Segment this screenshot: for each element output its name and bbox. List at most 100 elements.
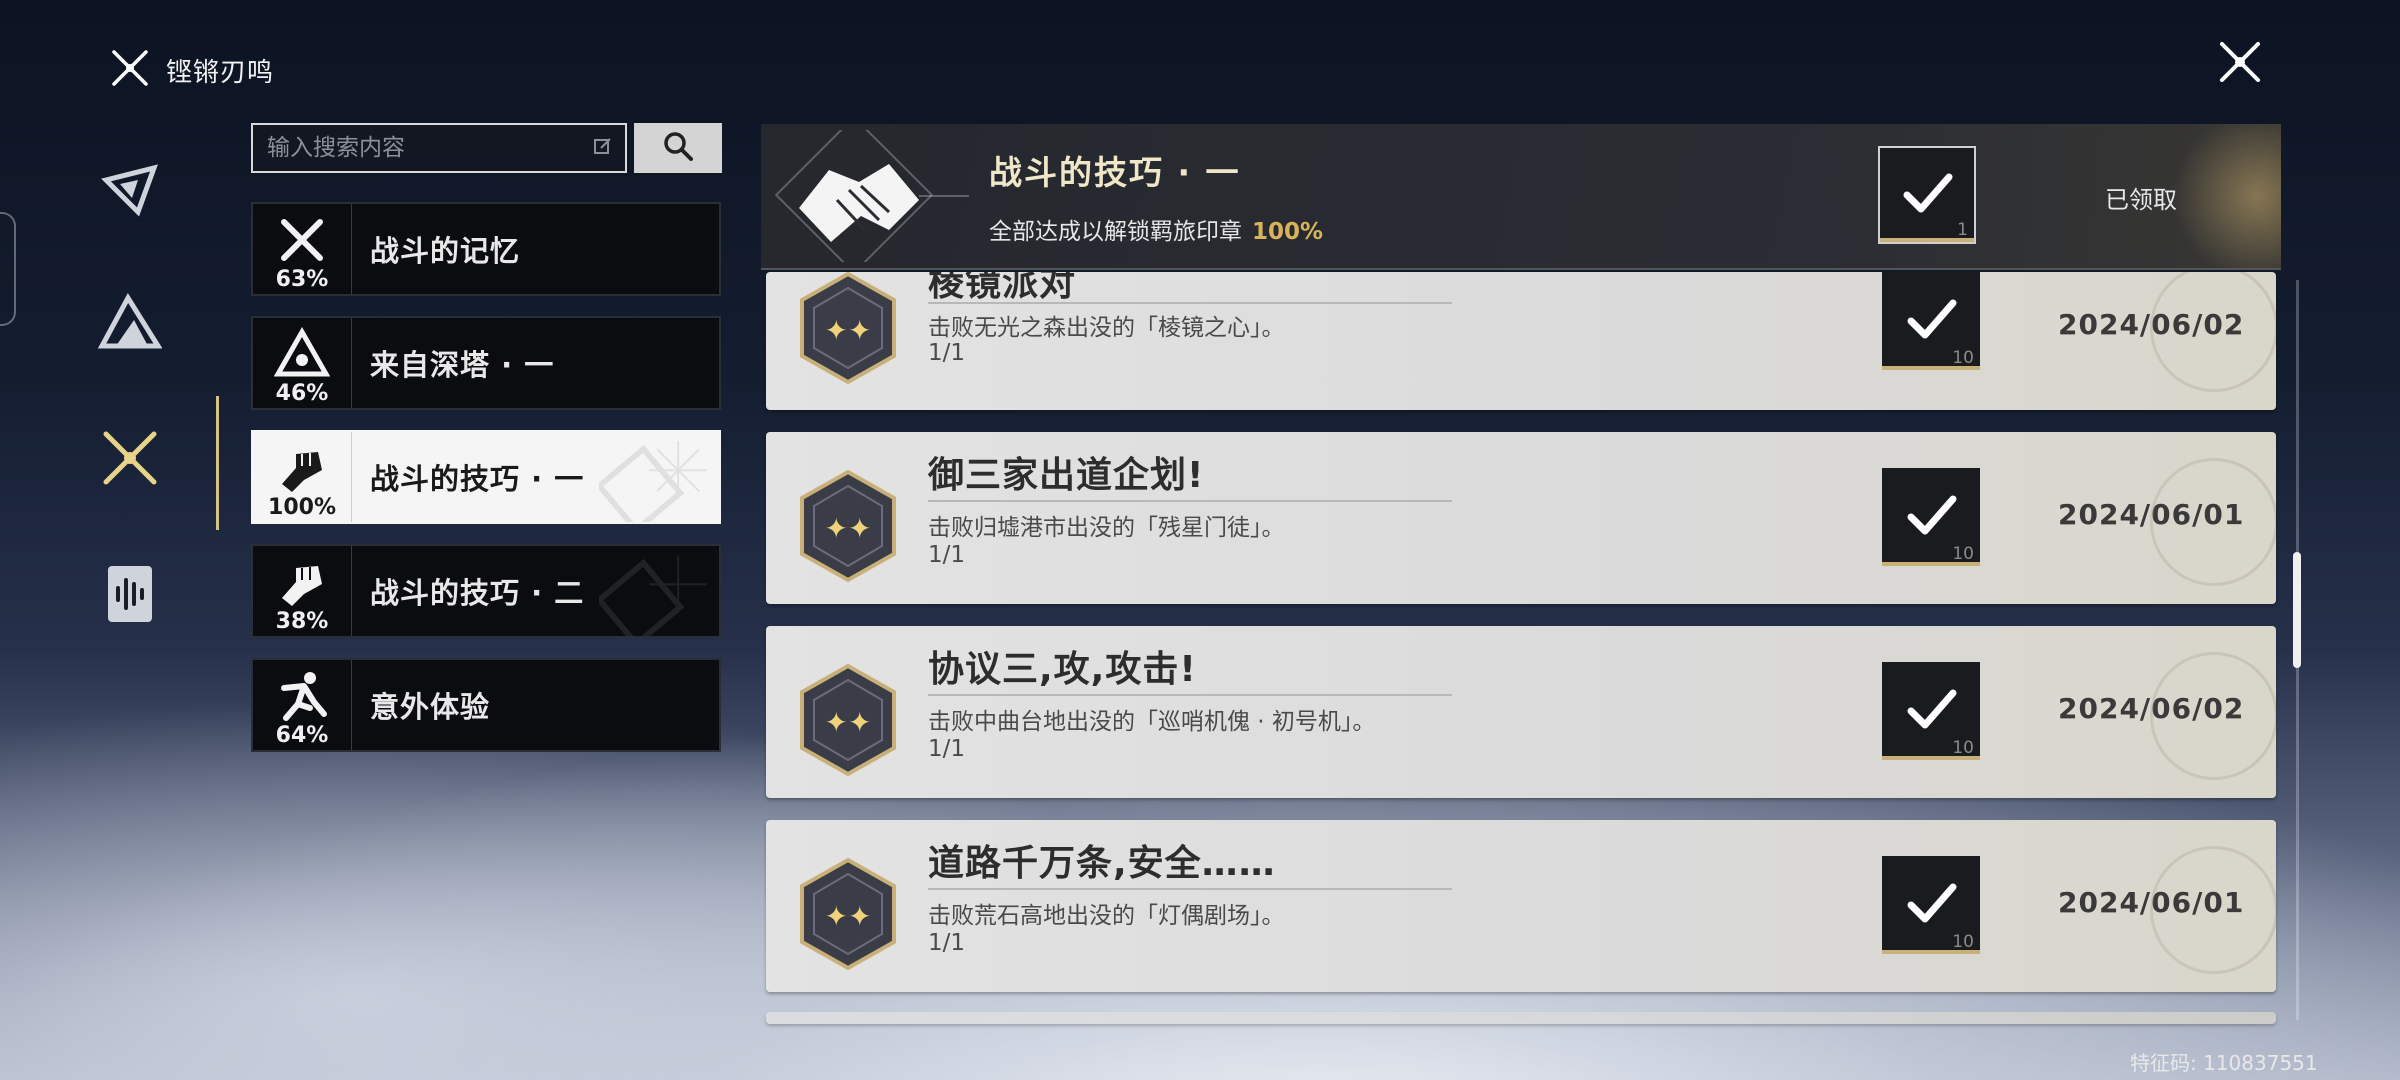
svg-text:✦✦: ✦✦ [825, 706, 872, 739]
category-icon-box: 46% [253, 318, 352, 408]
reward-underline [1880, 238, 1974, 242]
search-box[interactable] [251, 123, 627, 173]
search-button[interactable] [634, 123, 722, 173]
achievement-progress: 1/1 [928, 542, 966, 568]
category-item-combat-skill-2[interactable]: 38% 战斗的技巧 · 二 [251, 544, 721, 638]
achievement-title: 协议三,攻,攻击! [928, 649, 1197, 690]
category-item-deep-tower[interactable]: 46% 来自深塔 · 一 [251, 316, 721, 410]
title-underline [928, 888, 1452, 890]
category-icon-box: 64% [253, 660, 352, 750]
achievement-row: ✦✦ 协议三,攻,攻击! 击败中曲台地出没的「巡哨机傀 · 初号机」。 1/1 … [766, 626, 2276, 798]
app-title: 铿锵刃鸣 [166, 57, 275, 88]
category-item-battle-memory[interactable]: 63% 战斗的记忆 [251, 202, 721, 296]
category-label: 战斗的技巧 · 二 [370, 576, 585, 610]
category-label: 战斗的记忆 [370, 234, 521, 268]
summary-percent: 100% [1252, 219, 1324, 245]
checkmark-icon [1901, 679, 1961, 743]
achievement-row: ✦✦ 道路千万条,安全…… 击败荒石高地出没的「灯偶剧场」。 1/1 10 20… [766, 820, 2276, 992]
achievement-description: 击败荒石高地出没的「灯偶剧场」。 [928, 903, 1285, 929]
svg-text:✦✦: ✦✦ [825, 314, 872, 347]
achievement-row-partial [766, 1012, 2276, 1024]
mountain-icon [97, 290, 163, 358]
checkmark-icon [1901, 289, 1961, 353]
category-percent: 38% [275, 609, 329, 634]
reward-count: 10 [1952, 738, 1974, 758]
category-percent: 63% [275, 267, 329, 292]
category-item-unexpected-experience[interactable]: 64% 意外体验 [251, 658, 721, 752]
summary-description: 全部达成以解锁羁旅印章 [989, 219, 1242, 245]
achievement-description: 击败无光之森出没的「棱镜之心」。 [928, 315, 1285, 341]
category-icon-box: 100% [253, 432, 352, 522]
star-badge-icon: ✦✦ [796, 272, 900, 390]
title-underline [928, 694, 1452, 696]
checkmark-icon [1901, 485, 1961, 549]
reward-underline [1882, 756, 1980, 760]
watermark-seal-decoration [2150, 652, 2276, 780]
reward-count: 1 [1957, 220, 1968, 240]
nav-item-mountain[interactable] [90, 284, 170, 364]
checkmark-icon [1901, 873, 1961, 937]
achievement-progress: 1/1 [928, 930, 966, 956]
svg-text:✦✦: ✦✦ [825, 900, 872, 933]
close-button[interactable] [2212, 36, 2268, 92]
category-label: 来自深塔 · 一 [370, 348, 555, 382]
running-figure-icon [274, 672, 330, 728]
achievement-description: 击败中曲台地出没的「巡哨机傀 · 初号机」。 [928, 709, 1376, 735]
edge-decoration [0, 212, 16, 326]
nav-item-sound-card[interactable] [90, 556, 170, 636]
category-percent: 46% [275, 381, 329, 406]
summary-title: 战斗的技巧 · 一 [989, 153, 1241, 192]
achievement-row: ✦✦ 御三家出道企划! 击败归墟港市出没的「残星门徒」。 1/1 10 2024… [766, 432, 2276, 604]
achievement-title: 道路千万条,安全…… [928, 843, 1276, 884]
feature-code: 特征码: 110837551 [2130, 1051, 2318, 1075]
watermark-seal-decoration [2150, 272, 2276, 392]
search-input[interactable] [265, 134, 593, 162]
reward-underline [1882, 950, 1980, 954]
summary-reward-tile[interactable]: 1 [1878, 146, 1976, 244]
tower-triangle-icon [273, 326, 331, 386]
nav-item-crossed-blades[interactable] [90, 420, 170, 500]
achievement-progress: 1/1 [928, 340, 966, 366]
reward-tile[interactable]: 10 [1882, 856, 1980, 954]
reward-tile[interactable]: 10 [1882, 272, 1980, 370]
nav-active-indicator [216, 396, 219, 530]
search-icon [662, 130, 694, 166]
watermark-seal-decoration [2150, 846, 2276, 974]
achievement-title: 御三家出道企划! [928, 455, 1205, 496]
star-badge-icon: ✦✦ [796, 856, 900, 976]
sound-wave-card-icon [102, 562, 158, 630]
summary-description-line: 全部达成以解锁羁旅印章 100% [989, 212, 1323, 246]
reward-underline [1882, 562, 1980, 566]
category-percent: 100% [268, 495, 336, 520]
crossed-blades-icon [98, 426, 162, 494]
title-underline [928, 500, 1452, 502]
reward-tile[interactable]: 10 [1882, 662, 1980, 760]
reward-count: 10 [1952, 932, 1974, 952]
title-underline [928, 302, 1452, 304]
starburst-decoration [599, 555, 707, 636]
fist-icon [274, 566, 330, 614]
crossed-blades-icon [108, 46, 152, 94]
reward-count: 10 [1952, 544, 1974, 564]
triangle-emblem-icon [98, 156, 162, 224]
crossed-swords-icon [274, 219, 330, 272]
summary-panel: 战斗的技巧 · 一 全部达成以解锁羁旅印章 100% 1 已领取 [761, 124, 2281, 270]
scrollbar-thumb[interactable] [2293, 552, 2301, 668]
medal-glow-decoration [2161, 124, 2281, 268]
category-label: 意外体验 [370, 690, 491, 724]
starburst-decoration [599, 441, 707, 522]
category-icon-box: 38% [253, 546, 352, 636]
nav-item-triangle-emblem[interactable] [90, 150, 170, 230]
handshake-emblem-icon [769, 124, 969, 268]
fist-icon [274, 452, 330, 500]
category-item-combat-skill-1[interactable]: 100% 战斗的技巧 · 一 [251, 430, 721, 524]
reward-count: 10 [1952, 348, 1974, 368]
close-icon [2214, 36, 2266, 92]
reward-underline [1882, 366, 1980, 370]
category-label: 战斗的技巧 · 一 [370, 462, 585, 496]
reward-tile[interactable]: 10 [1882, 468, 1980, 566]
achievement-description: 击败归墟港市出没的「残星门徒」。 [928, 515, 1285, 541]
watermark-seal-decoration [2150, 458, 2276, 586]
svg-text:✦✦: ✦✦ [825, 512, 872, 545]
edit-icon [593, 136, 613, 160]
